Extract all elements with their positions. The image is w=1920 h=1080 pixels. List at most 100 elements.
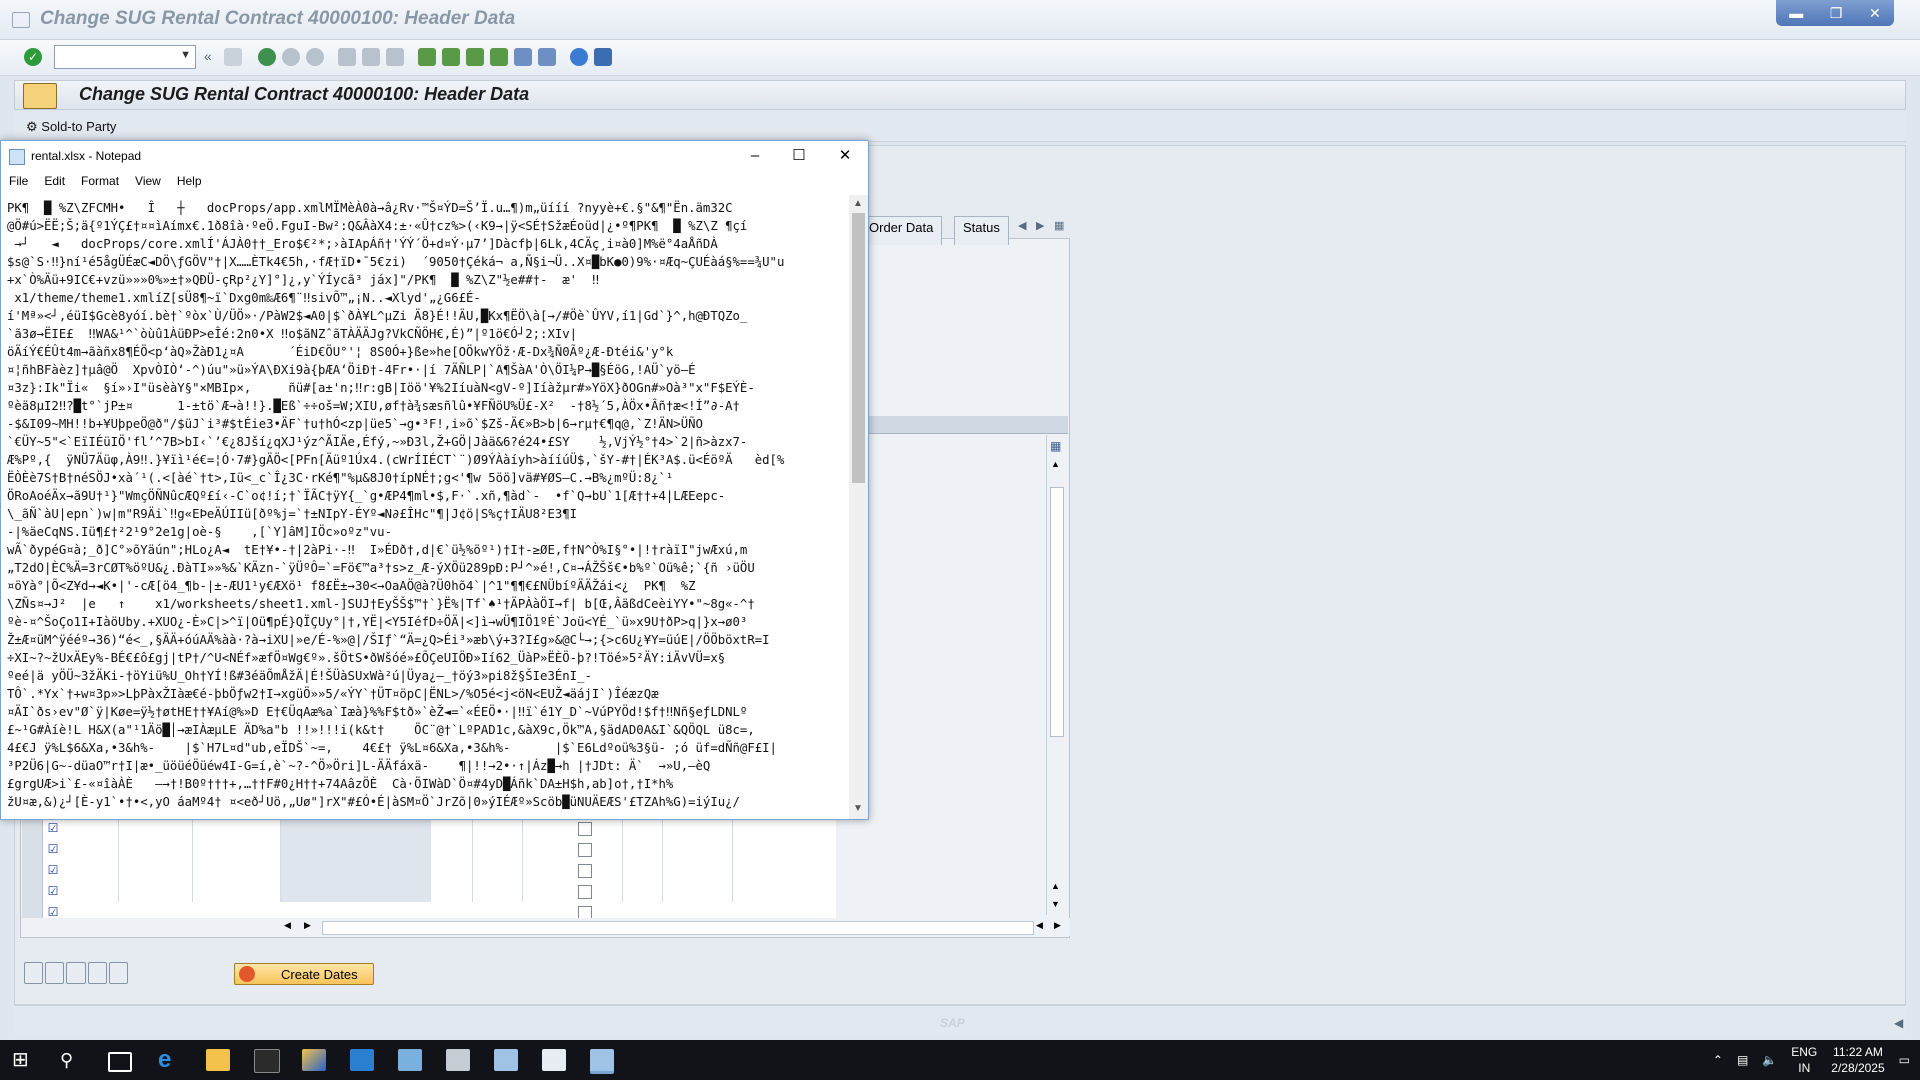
row-selector[interactable] [22, 818, 43, 839]
sap-logon-icon[interactable] [302, 1049, 326, 1071]
scroll-thumb[interactable] [852, 213, 865, 483]
show-hidden-icons-icon[interactable]: ⌃ [1713, 1053, 1723, 1067]
scroll-left-icon[interactable]: ◀ [284, 920, 291, 931]
close-icon[interactable]: ✕ [827, 145, 863, 167]
network-icon[interactable]: ▤ [1737, 1053, 1748, 1067]
checkbox-checked[interactable]: ☑ [46, 863, 60, 877]
details-icon[interactable] [24, 962, 43, 984]
notepad-title-bar: rental.xlsx - Notepad – ☐ ✕ [1, 141, 868, 171]
menu-help[interactable]: Help [169, 171, 210, 193]
scroll-down-icon[interactable]: ▼ [1051, 899, 1060, 909]
first-page-icon[interactable] [418, 48, 436, 66]
edge-browser-icon[interactable]: e [158, 1049, 182, 1071]
print-icon[interactable] [338, 48, 356, 66]
column-settings-icon[interactable]: ▦ [1050, 439, 1061, 453]
table-row[interactable]: ☑ [22, 818, 836, 840]
checkbox-checked[interactable]: ☑ [46, 842, 60, 856]
tab-order-data[interactable]: Order Data [860, 216, 942, 245]
last-page-icon[interactable] [490, 48, 508, 66]
checkbox-checked[interactable]: ☑ [46, 821, 60, 835]
row-selector[interactable] [22, 902, 43, 918]
scroll-right-icon[interactable]: ▶ [304, 920, 311, 931]
table-row[interactable]: ☑ [22, 860, 836, 882]
new-session-icon[interactable] [514, 48, 532, 66]
maximize-icon[interactable]: ☐ [781, 145, 817, 167]
scroll-up-icon[interactable]: ▲ [1051, 881, 1060, 891]
chevron-down-icon[interactable]: ▼ [180, 49, 191, 61]
scroll-right-icon[interactable]: ▶ [1054, 920, 1061, 931]
deselect-all-icon[interactable] [109, 962, 128, 984]
table-row[interactable]: ☑ [22, 902, 836, 919]
enter-check-icon[interactable]: ✓ [24, 48, 42, 66]
notepad-taskbar-icon[interactable] [542, 1049, 566, 1071]
command-field[interactable]: ▼ [54, 45, 196, 69]
back-icon[interactable] [258, 48, 276, 66]
create-dates-button[interactable]: Create Dates [234, 963, 374, 985]
status-expand-icon[interactable]: ◀ [1894, 1016, 1903, 1030]
checkbox[interactable] [578, 843, 592, 857]
checkbox[interactable] [578, 822, 592, 836]
find-next-icon[interactable] [386, 48, 404, 66]
volume-icon[interactable]: 🔈 [1762, 1053, 1777, 1067]
language-indicator[interactable]: ENG IN [1791, 1044, 1817, 1076]
sap-window-icon[interactable] [446, 1049, 470, 1071]
scroll-left-icon[interactable]: ◀ [1036, 920, 1043, 931]
dates-table: ☑ ☑ ☑ ☑ ☑ [22, 818, 836, 918]
shortcut-icon[interactable] [538, 48, 556, 66]
sap-session-icon[interactable] [494, 1049, 518, 1071]
scroll-thumb[interactable] [1050, 487, 1064, 737]
checkbox[interactable] [578, 864, 592, 878]
exit-icon[interactable] [282, 48, 300, 66]
sap-active-icon[interactable] [590, 1049, 614, 1074]
sap-gui-icon[interactable] [398, 1049, 422, 1071]
checkbox-checked[interactable]: ☑ [46, 905, 60, 919]
collapse-icon[interactable]: « [204, 48, 222, 66]
vscode-icon[interactable] [350, 1049, 374, 1071]
row-selector[interactable] [22, 860, 43, 881]
row-selector[interactable] [22, 881, 43, 902]
task-view-icon[interactable] [108, 1052, 132, 1072]
file-explorer-icon[interactable] [206, 1049, 230, 1071]
scroll-up-icon[interactable]: ▲ [1051, 459, 1060, 469]
menu-edit[interactable]: Edit [36, 171, 73, 193]
help-icon[interactable] [570, 48, 588, 66]
checkbox-checked[interactable]: ☑ [46, 884, 60, 898]
menu-file[interactable]: File [1, 171, 36, 193]
tab-scroll-right-icon[interactable]: ▶ [1036, 219, 1044, 232]
clock[interactable]: 11:22 AM 2/28/2025 [1831, 1044, 1884, 1076]
table-row[interactable]: ☑ [22, 881, 836, 903]
windows-start-icon[interactable]: ⊞ [12, 1049, 36, 1071]
notifications-icon[interactable]: ▭ [1899, 1053, 1910, 1067]
save-icon[interactable] [224, 48, 242, 66]
minimize-icon[interactable]: ▬ [1789, 5, 1803, 21]
tab-scroll-left-icon[interactable]: ◀ [1018, 219, 1026, 232]
cancel-icon[interactable] [306, 48, 324, 66]
next-page-icon[interactable] [466, 48, 484, 66]
close-icon[interactable]: ✕ [1869, 5, 1881, 22]
previous-page-icon[interactable] [442, 48, 460, 66]
tab-status[interactable]: Status [954, 216, 1009, 245]
table-row[interactable]: ☑ [22, 839, 836, 861]
delete-row-icon[interactable] [66, 962, 85, 984]
grid-horizontal-scrollbar[interactable]: ◀ ▶ ◀ ▶ [22, 918, 1070, 936]
minimize-icon[interactable]: – [737, 145, 773, 167]
menu-format[interactable]: Format [73, 171, 127, 193]
notepad-text-area[interactable]: PK¶ █ %Z\ZFCMH• Î ┼ docProps/app.xmlMÏ… [1, 195, 849, 819]
layout-menu-icon[interactable] [594, 48, 612, 66]
terminal-icon[interactable] [254, 1049, 280, 1073]
notepad-scrollbar[interactable]: ▲ ▼ [849, 195, 868, 819]
scroll-track[interactable] [322, 921, 1034, 935]
menu-view[interactable]: View [127, 171, 169, 193]
search-icon[interactable]: ⚲ [60, 1049, 84, 1071]
select-all-icon[interactable] [88, 962, 107, 984]
find-icon[interactable] [362, 48, 380, 66]
restore-icon[interactable]: ❐ [1830, 5, 1843, 22]
tab-list-icon[interactable]: ▦ [1054, 219, 1064, 232]
scroll-down-icon[interactable]: ▼ [853, 803, 863, 814]
grid-vertical-scrollbar[interactable]: ▦ ▲ ▲ ▼ [1046, 435, 1064, 915]
insert-row-icon[interactable] [45, 962, 64, 984]
row-selector[interactable] [22, 839, 43, 860]
checkbox[interactable] [578, 885, 592, 899]
scroll-up-icon[interactable]: ▲ [853, 198, 863, 209]
sold-to-party-button[interactable]: ⚙ Sold-to Party [26, 119, 116, 135]
